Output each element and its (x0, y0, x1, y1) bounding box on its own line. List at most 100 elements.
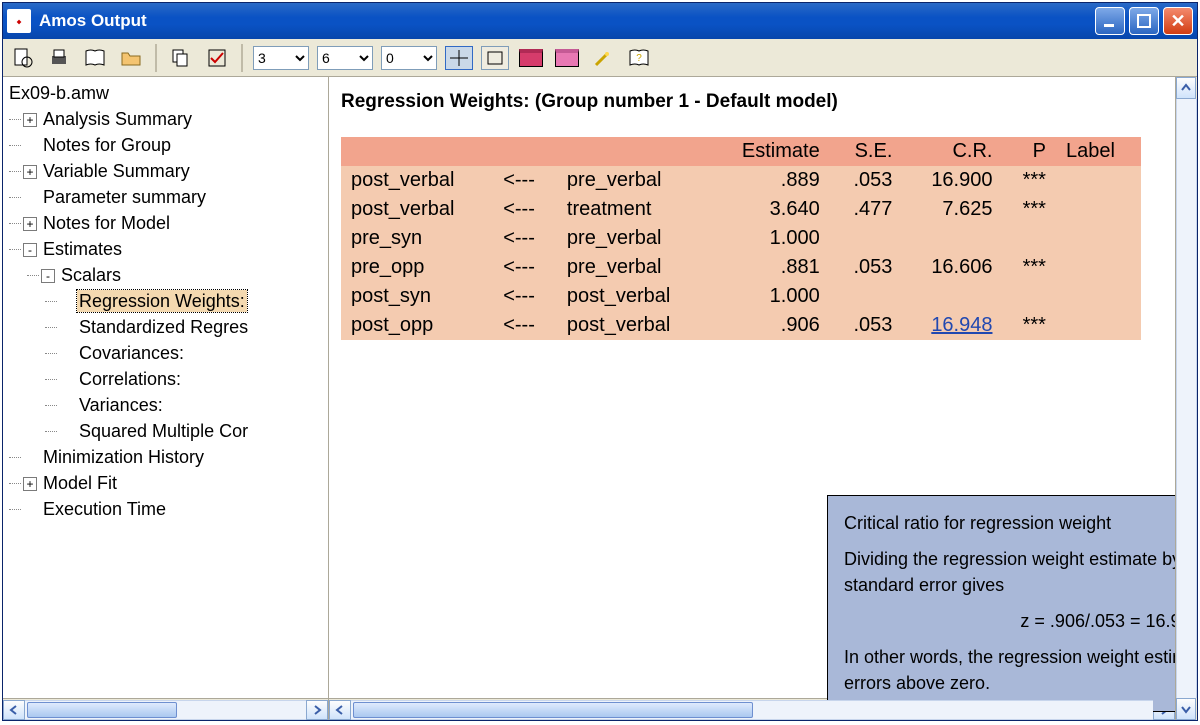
table-cell: post_opp (341, 311, 493, 340)
tree-item[interactable]: + Notes for Model (23, 210, 326, 236)
table-row: post_opp<---post_verbal.906.05316.948*** (341, 311, 1141, 340)
tree-item[interactable]: Correlations: (59, 366, 326, 392)
main-hscrollbar[interactable] (329, 698, 1175, 720)
tree-item-label: Variable Summary (41, 160, 192, 182)
scroll-left-icon[interactable] (329, 700, 351, 720)
toolbar: 3 6 0 ? (3, 39, 1197, 77)
tree-item[interactable]: -Scalars Regression Weights: Standardized … (41, 262, 326, 444)
section-title: Regression Weights: (Group number 1 - De… (341, 91, 1163, 113)
open-folder-icon[interactable] (117, 44, 145, 72)
main-content: Regression Weights: (Group number 1 - De… (329, 77, 1175, 720)
tree-item[interactable]: Notes for Group (23, 132, 326, 158)
table-cell: .889 (709, 166, 830, 195)
print-icon[interactable] (45, 44, 73, 72)
table-row: post_syn<---post_verbal1.000 (341, 282, 1141, 311)
tree-item[interactable]: +Model Fit (23, 470, 326, 496)
sidebar-hscrollbar[interactable] (3, 698, 328, 720)
table-cell: 1.000 (709, 224, 830, 253)
table-cell: pre_verbal (557, 253, 709, 282)
table-row: pre_opp<---pre_verbal.881.05316.606*** (341, 253, 1141, 282)
table-row: post_verbal<---pre_verbal.889.05316.900*… (341, 166, 1141, 195)
copy-icon[interactable] (167, 44, 195, 72)
main-vscrollbar[interactable] (1175, 77, 1197, 720)
print-preview-icon[interactable] (9, 44, 37, 72)
table-cell (1056, 311, 1141, 340)
tree-expander-icon[interactable]: + (23, 165, 37, 179)
table-cell: <--- (493, 166, 557, 195)
tree-item-label: Correlations: (77, 368, 183, 390)
minimize-button[interactable] (1095, 7, 1125, 35)
tree-item-label: Notes for Group (41, 134, 173, 156)
table-cell: post_verbal (341, 195, 493, 224)
tree-item[interactable]: Covariances: (59, 340, 326, 366)
toolbar-separator (155, 44, 157, 72)
tree-item-label: Squared Multiple Cor (77, 420, 250, 442)
table-cell: .906 (709, 311, 830, 340)
table-cell: *** (1002, 311, 1055, 340)
scroll-up-icon[interactable] (1176, 77, 1196, 99)
tree-item-label: Regression Weights: (77, 290, 247, 312)
table-cell: post_verbal (557, 282, 709, 311)
tree-item[interactable]: +Analysis Summary (23, 106, 326, 132)
table-cell: .053 (830, 311, 903, 340)
body: Ex09-b.amw +Analysis SummaryNotes for Gr… (3, 77, 1197, 720)
wand-icon[interactable] (589, 44, 617, 72)
tree-item[interactable]: Standardized Regres (59, 314, 326, 340)
cr-link[interactable]: 16.948 (931, 314, 992, 336)
maximize-button[interactable] (1129, 7, 1159, 35)
tree-expander-icon[interactable]: + (23, 217, 37, 231)
tree-item[interactable]: Minimization History (23, 444, 326, 470)
options-check-icon[interactable] (203, 44, 231, 72)
close-button[interactable]: ✕ (1163, 7, 1193, 35)
table-cell (830, 282, 903, 311)
table-cell: <--- (493, 311, 557, 340)
view-mode-cross[interactable] (445, 46, 473, 70)
tree-item-label: Standardized Regres (77, 316, 250, 338)
help-book-icon[interactable]: ? (625, 44, 653, 72)
table-cell: post_syn (341, 282, 493, 311)
color-swatch-red[interactable] (517, 44, 545, 72)
tree-item[interactable]: Squared Multiple Cor (59, 418, 326, 444)
tree-expander-icon[interactable]: + (23, 477, 37, 491)
table-cell[interactable]: 16.948 (902, 311, 1002, 340)
table-cell: pre_verbal (557, 224, 709, 253)
scroll-down-icon[interactable] (1176, 698, 1196, 720)
tree-item-label: Scalars (59, 264, 123, 286)
tree-item-label: Notes for Model (41, 212, 172, 234)
table-cell: .053 (830, 253, 903, 282)
scroll-left-icon[interactable] (3, 700, 25, 720)
tree-expander-icon[interactable]: + (23, 113, 37, 127)
decimals-select-1[interactable]: 3 (253, 46, 309, 70)
table-row: post_verbal<---treatment3.640.4777.625**… (341, 195, 1141, 224)
table-cell: 16.606 (902, 253, 1002, 282)
decimals-select-2[interactable]: 6 (317, 46, 373, 70)
table-cell: pre_syn (341, 224, 493, 253)
table-cell: <--- (493, 282, 557, 311)
nav-tree[interactable]: Ex09-b.amw +Analysis SummaryNotes for Gr… (3, 77, 328, 698)
table-cell (1056, 253, 1141, 282)
tree-expander-icon[interactable]: - (41, 269, 55, 283)
tree-item[interactable]: Variances: (59, 392, 326, 418)
scroll-right-icon[interactable] (306, 700, 328, 720)
table-cell (902, 282, 1002, 311)
tree-item[interactable]: Regression Weights: (59, 288, 326, 314)
table-cell: *** (1002, 253, 1055, 282)
color-swatch-pink[interactable] (553, 44, 581, 72)
tree-expander-icon[interactable]: - (23, 243, 37, 257)
table-cell (830, 224, 903, 253)
tooltip-equation: z = .906/.053 = 16.948. (844, 608, 1175, 634)
tooltip-title: Critical ratio for regression weight (844, 510, 1175, 536)
book-icon[interactable] (81, 44, 109, 72)
table-cell: pre_opp (341, 253, 493, 282)
decimals-select-3[interactable]: 0 (381, 46, 437, 70)
tree-item[interactable]: -Estimates-ScalarsRegression Weights:Sta… (23, 236, 326, 444)
table-cell (1056, 224, 1141, 253)
tree-item[interactable]: Execution Time (23, 496, 326, 522)
table-cell (1002, 282, 1055, 311)
tree-item[interactable]: Parameter summary (23, 184, 326, 210)
table-header-row: Estimate S.E. C.R. P Label (341, 137, 1141, 166)
view-mode-box[interactable] (481, 46, 509, 70)
tree-item[interactable]: + Variable Summary (23, 158, 326, 184)
table-cell: <--- (493, 224, 557, 253)
table-cell (1056, 195, 1141, 224)
